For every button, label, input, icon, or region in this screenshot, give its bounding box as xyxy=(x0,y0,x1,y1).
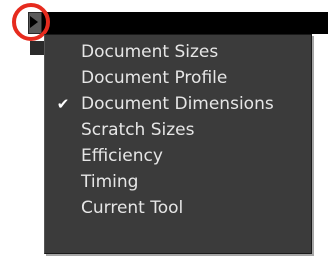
menu-item-label: Document Profile xyxy=(81,68,228,88)
menu-item-efficiency[interactable]: Efficiency xyxy=(45,143,311,169)
underlying-panel-fragment xyxy=(30,41,44,55)
menu-item-current-tool[interactable]: Current Tool xyxy=(45,195,311,221)
menu-item-scratch-sizes[interactable]: Scratch Sizes xyxy=(45,117,311,143)
menu-item-document-dimensions[interactable]: ✔ Document Dimensions xyxy=(45,91,311,117)
menu-item-label: Document Sizes xyxy=(81,42,219,62)
menu-item-label: Timing xyxy=(81,172,139,192)
menu-item-document-profile[interactable]: Document Profile xyxy=(45,65,311,91)
menu-item-timing[interactable]: Timing xyxy=(45,169,311,195)
menu-item-label: Scratch Sizes xyxy=(81,120,195,140)
menu-item-list: Document Sizes Document Profile ✔ Docume… xyxy=(45,39,311,221)
status-bar xyxy=(28,12,328,34)
menu-item-label: Efficiency xyxy=(81,146,163,166)
checkmark-icon: ✔ xyxy=(56,95,70,113)
menu-item-label: Document Dimensions xyxy=(81,94,274,114)
status-info-menu: Document Sizes Document Profile ✔ Docume… xyxy=(44,34,312,254)
menu-item-document-sizes[interactable]: Document Sizes xyxy=(45,39,311,65)
menu-item-label: Current Tool xyxy=(81,198,184,218)
app-window: Document Sizes Document Profile ✔ Docume… xyxy=(0,0,328,256)
triangle-right-icon xyxy=(30,16,38,28)
